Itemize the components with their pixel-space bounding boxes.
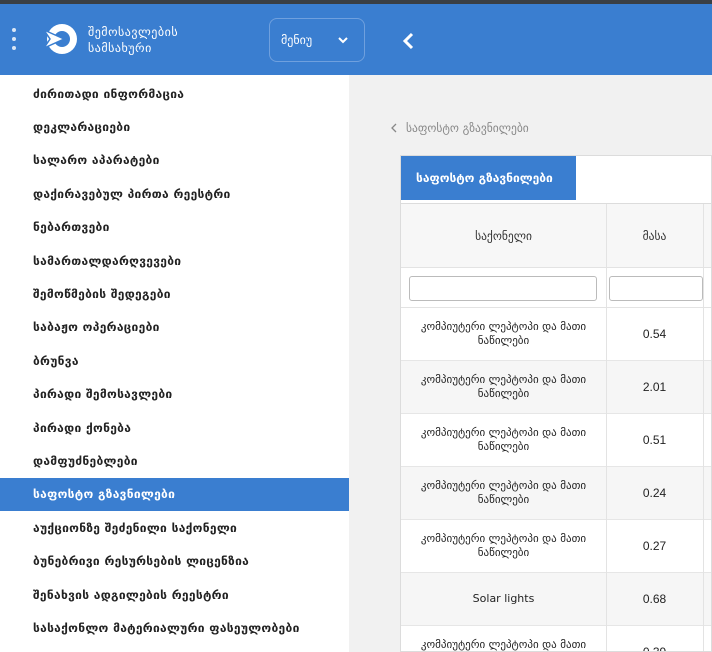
sidebar-item-label: ნებართვები bbox=[33, 220, 110, 235]
tab-postal-items[interactable]: საფოსტო გზავნილები bbox=[401, 156, 576, 200]
postal-items-panel: საფოსტო გზავნილები საქონელი მასა კომპიუტ… bbox=[400, 155, 712, 652]
table-row[interactable]: კომპიუტერი ლეპტოპი და მათი ნაწილები 0.39 bbox=[401, 626, 711, 652]
sidebar-item[interactable]: ბრუნვა bbox=[0, 344, 349, 377]
sidebar-item[interactable]: ბუნებრივი რესურსების ლიცენზია bbox=[0, 545, 349, 578]
sidebar-item-label: პირადი ქონება bbox=[33, 420, 132, 435]
logo-icon[interactable] bbox=[42, 20, 80, 58]
sidebar-item[interactable]: სალარო აპარატები bbox=[0, 144, 349, 177]
sidebar: ძირითადი ინფორმაცია დეკლარაციები სალარო აპ… bbox=[0, 75, 349, 652]
table-row[interactable]: კომპიუტერი ლეპტოპი და მათი ნაწილები 0.54 bbox=[401, 308, 711, 361]
mass-cell: 2.01 bbox=[642, 380, 667, 394]
sidebar-item[interactable]: დამფუძნებლები bbox=[0, 444, 349, 477]
chevron-left-icon[interactable] bbox=[400, 31, 418, 51]
chevron-down-icon bbox=[338, 37, 348, 44]
mass-filter-input[interactable] bbox=[609, 276, 703, 301]
sidebar-item-label: ბუნებრივი რესურსების ლიცენზია bbox=[33, 554, 250, 569]
tab-bar: საფოსტო გზავნილები bbox=[401, 156, 711, 204]
sidebar-item-label: შენახვის ადგილების რეესტრი bbox=[33, 587, 229, 602]
app-header: შემოსავლების სამსახური მენიუ bbox=[0, 4, 712, 75]
sidebar-item-label: საბაჟო ოპერაციები bbox=[33, 320, 160, 335]
org-name-line1: შემოსავლების bbox=[88, 25, 179, 39]
sidebar-item[interactable]: დაქირავებულ პირთა რეესტრი bbox=[0, 177, 349, 210]
goods-cell: კომპიუტერი ლეპტოპი და მათი ნაწილები bbox=[420, 638, 587, 651]
sidebar-item[interactable]: ძირითადი ინფორმაცია bbox=[0, 77, 349, 110]
table-header: საქონელი მასა bbox=[401, 204, 711, 268]
sidebar-item[interactable]: საბაჟო ოპერაციები bbox=[0, 311, 349, 344]
goods-cell: Solar lights bbox=[472, 592, 535, 605]
mass-cell: 0.68 bbox=[642, 592, 667, 606]
filter-row bbox=[401, 268, 711, 308]
table-row[interactable]: კომპიუტერი ლეპტოპი და მათი ნაწილები 0.51 bbox=[401, 414, 711, 467]
menu-dropdown-button[interactable]: მენიუ bbox=[269, 18, 365, 62]
sidebar-item-label: ძირითადი ინფორმაცია bbox=[33, 86, 185, 101]
chevron-left-icon bbox=[391, 123, 397, 133]
table-row[interactable]: Solar lights 0.68 bbox=[401, 573, 711, 626]
goods-cell: კომპიუტერი ლეპტოპი და მათი ნაწილები bbox=[420, 479, 587, 506]
org-name-line2: სამსახური bbox=[88, 41, 152, 55]
goods-cell: კომპიუტერი ლეპტოპი და მათი ნაწილები bbox=[420, 426, 587, 453]
sidebar-item[interactable]: დეკლარაციები bbox=[0, 110, 349, 143]
sidebar-item-label: სალარო აპარატები bbox=[33, 153, 160, 168]
goods-cell: კომპიუტერი ლეპტოპი და მათი ნაწილები bbox=[420, 320, 587, 347]
sidebar-item-label: სამართალდარღვევები bbox=[33, 253, 182, 268]
column-header-mass[interactable]: მასა bbox=[606, 204, 703, 268]
org-name: შემოსავლების სამსახური bbox=[88, 24, 178, 56]
tab-label: საფოსტო გზავნილები bbox=[416, 171, 553, 185]
sidebar-item[interactable]: სამართალდარღვევები bbox=[0, 244, 349, 277]
sidebar-item[interactable]: სასაქონლო მატერიალური ფასეულობები bbox=[0, 611, 349, 644]
mass-cell: 0.39 bbox=[642, 645, 667, 652]
goods-cell: კომპიუტერი ლეპტოპი და მათი ნაწილები bbox=[420, 373, 587, 400]
goods-filter-input[interactable] bbox=[409, 276, 597, 301]
sidebar-item-label: აუქციონზე შეძენილი საქონელი bbox=[33, 520, 238, 535]
sidebar-item[interactable]: ნებართვები bbox=[0, 211, 349, 244]
mass-cell: 0.54 bbox=[642, 327, 667, 341]
breadcrumb[interactable]: საფოსტო გზავნილები bbox=[390, 121, 529, 135]
column-header-goods[interactable]: საქონელი bbox=[401, 204, 606, 268]
sidebar-item-label: დეკლარაციები bbox=[33, 119, 131, 134]
column-divider bbox=[606, 204, 607, 651]
table-row[interactable]: კომპიუტერი ლეპტოპი და მათი ნაწილები 0.27 bbox=[401, 520, 711, 573]
sidebar-item[interactable]: პირადი ქონება bbox=[0, 411, 349, 444]
menu-label: მენიუ bbox=[281, 33, 313, 47]
sidebar-item[interactable]: პირადი შემოსავლები bbox=[0, 378, 349, 411]
table-row[interactable]: კომპიუტერი ლეპტოპი და მათი ნაწილები 0.24 bbox=[401, 467, 711, 520]
breadcrumb-label: საფოსტო გზავნილები bbox=[406, 121, 529, 135]
sidebar-item-label: საფოსტო გზავნილები bbox=[33, 487, 176, 502]
sidebar-item[interactable]: საფოსტო გზავნილები bbox=[0, 477, 349, 511]
sidebar-item-label: დაქირავებულ პირთა რეესტრი bbox=[33, 186, 231, 201]
goods-cell: კომპიუტერი ლეპტოპი და მათი ნაწილები bbox=[420, 532, 587, 559]
sidebar-item[interactable]: შენახვის ადგილების რეესტრი bbox=[0, 578, 349, 611]
sidebar-item-label: დამფუძნებლები bbox=[33, 453, 138, 468]
sidebar-item-label: შემოწმების შედეგები bbox=[33, 286, 171, 301]
mass-cell: 0.27 bbox=[642, 539, 667, 553]
sidebar-item[interactable]: შემოწმების შედეგები bbox=[0, 277, 349, 310]
sidebar-item-label: ბრუნვა bbox=[33, 353, 79, 368]
mass-cell: 0.24 bbox=[642, 486, 667, 500]
mass-cell: 0.51 bbox=[642, 433, 667, 447]
sidebar-item-label: სასაქონლო მატერიალური ფასეულობები bbox=[33, 620, 300, 635]
sidebar-item[interactable]: აუქციონზე შეძენილი საქონელი bbox=[0, 511, 349, 544]
table-row[interactable]: კომპიუტერი ლეპტოპი და მათი ნაწილები 2.01 bbox=[401, 361, 711, 414]
column-divider bbox=[703, 204, 704, 651]
sidebar-item-label: პირადი შემოსავლები bbox=[33, 387, 173, 402]
kebab-menu-icon[interactable] bbox=[10, 28, 18, 54]
